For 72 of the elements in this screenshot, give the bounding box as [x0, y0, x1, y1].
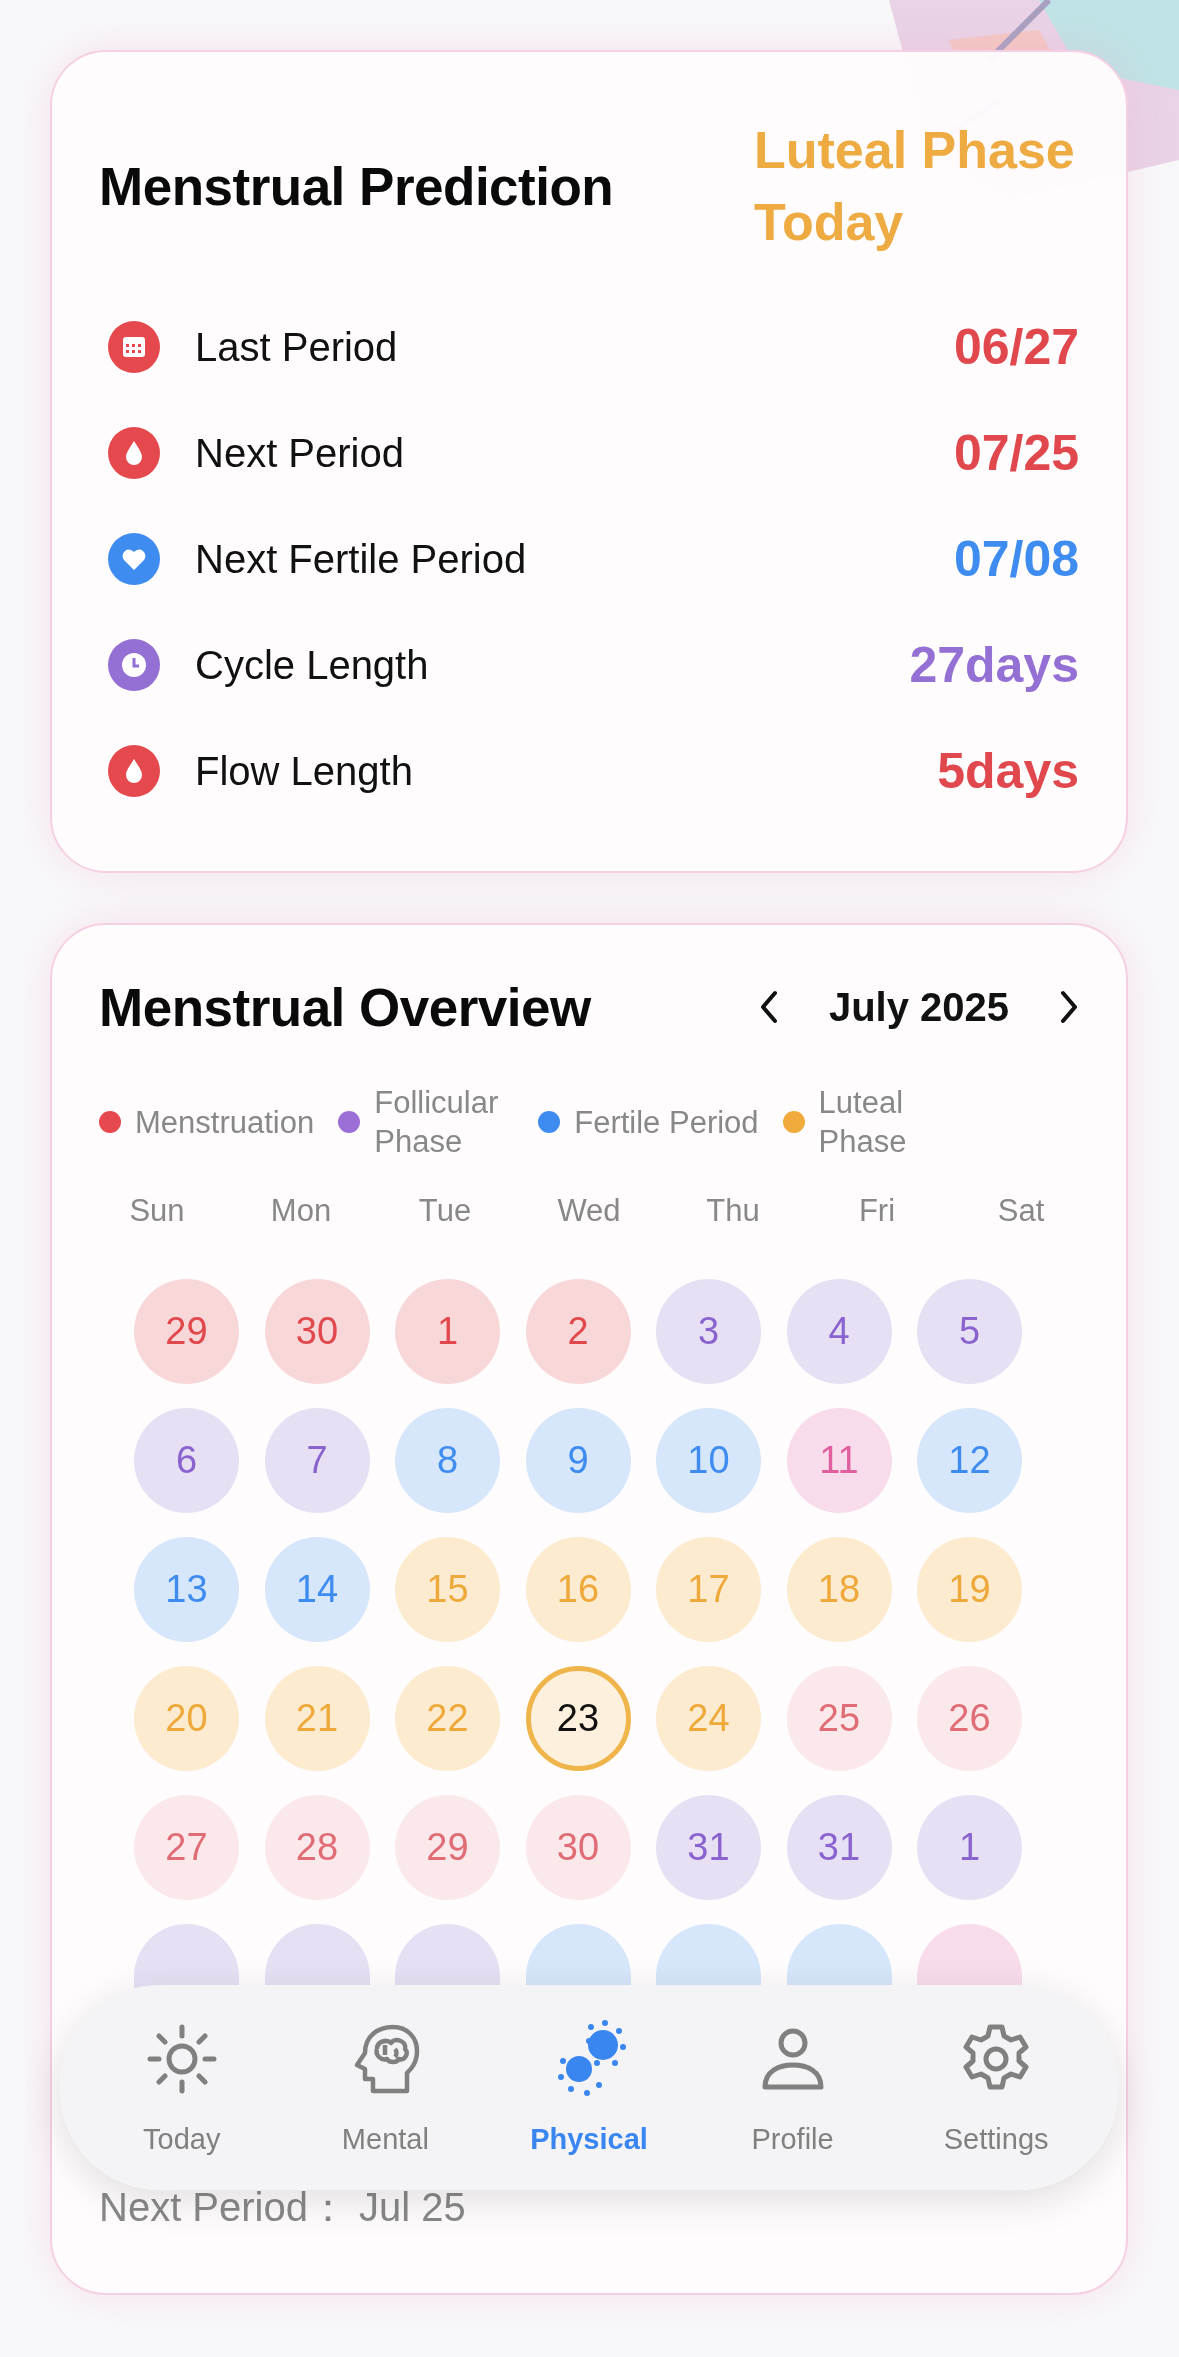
calendar-day[interactable]: 1	[395, 1279, 500, 1384]
calendar-icon	[108, 321, 160, 373]
calendar-day[interactable]: 29	[395, 1795, 500, 1900]
drop-icon	[108, 427, 160, 479]
calendar-day[interactable]: 1	[917, 1795, 1022, 1900]
calendar-day[interactable]: 27	[134, 1795, 239, 1900]
calendar-day[interactable]: 14	[264, 1537, 370, 1642]
calendar-day[interactable]: 26	[917, 1666, 1022, 1771]
stat-value: 06/27	[953, 318, 1079, 376]
calendar-day[interactable]: 3	[656, 1279, 761, 1384]
calendar-day[interactable]: 25	[786, 1666, 892, 1771]
weekday-label: Mon	[269, 1193, 333, 1229]
weekday-label: Fri	[857, 1193, 897, 1229]
calendar-day[interactable]: 12	[917, 1408, 1022, 1513]
calendar-day[interactable]: 10	[656, 1408, 761, 1513]
calendar-day[interactable]: 23	[525, 1666, 631, 1771]
tab-brain[interactable]: Mental	[290, 2019, 481, 2156]
calendar-day[interactable]: 9	[525, 1408, 631, 1513]
previous-month-icon[interactable]	[759, 990, 779, 1024]
card-title: Menstrual Overview	[99, 976, 593, 1038]
calendar-day[interactable]: 16	[525, 1537, 631, 1642]
stat-label: Last Period	[195, 324, 399, 370]
stat-label: Next Fertile Period	[195, 536, 528, 582]
calendar-day[interactable]: 24	[656, 1666, 761, 1771]
legend-label: Menstruation	[135, 1103, 315, 1142]
calendar-day[interactable]: 29	[134, 1279, 239, 1384]
calendar-day[interactable]: 2	[525, 1279, 631, 1384]
month-label: July 2025	[827, 984, 1011, 1030]
next-month-icon[interactable]	[1059, 990, 1079, 1024]
legend-label: Follicular Phase	[374, 1084, 500, 1161]
next-period-text: Next Period： Jul 25	[99, 2184, 467, 2231]
stat-value: 5days	[937, 742, 1079, 800]
clock-icon	[108, 639, 160, 691]
stat-label: Cycle Length	[195, 642, 430, 688]
calendar-day[interactable]: 21	[264, 1666, 370, 1771]
drop-icon	[108, 745, 160, 797]
calendar-day[interactable]: 31	[656, 1795, 761, 1900]
calendar-day[interactable]: 18	[786, 1537, 892, 1642]
calendar-day[interactable]: 15	[395, 1537, 500, 1642]
tab-gear[interactable]: Settings	[901, 2019, 1092, 2156]
stat-value: 07/25	[953, 424, 1079, 482]
calendar-day[interactable]: 31	[786, 1795, 892, 1900]
legend-label: Luteal Phase	[818, 1084, 908, 1161]
stat-label: Flow Length	[195, 748, 414, 794]
tab-cells[interactable]: Physical	[494, 2019, 684, 2156]
legend-label: Fertile Period	[574, 1103, 759, 1142]
calendar-day[interactable]: 7	[264, 1408, 370, 1513]
weekday-label: Sat	[996, 1193, 1046, 1229]
calendar-day[interactable]: 17	[656, 1537, 761, 1642]
calendar-day[interactable]: 20	[134, 1666, 239, 1771]
tab-sun[interactable]: Today	[86, 2019, 277, 2156]
weekday-label: Tue	[417, 1193, 473, 1229]
calendar-day[interactable]: 13	[134, 1537, 239, 1642]
calendar-day[interactable]: 30	[264, 1279, 370, 1384]
stat-label: Next Period	[195, 430, 405, 476]
tab-person[interactable]: Profile	[697, 2019, 888, 2156]
calendar-day[interactable]: 6	[134, 1408, 239, 1513]
calendar-day[interactable]: 11	[786, 1408, 892, 1513]
stat-value: 07/08	[953, 530, 1079, 588]
card-title: Menstrual Prediction	[99, 155, 614, 217]
calendar-day[interactable]: 30	[525, 1795, 631, 1900]
stat-value: 27days	[909, 636, 1079, 694]
weekday-label: Sun	[128, 1193, 186, 1229]
weekday-label: Wed	[556, 1193, 622, 1229]
calendar-day[interactable]: 8	[395, 1408, 500, 1513]
calendar-day[interactable]: 4	[786, 1279, 892, 1384]
calendar-day[interactable]: 28	[264, 1795, 370, 1900]
calendar-day[interactable]: 19	[917, 1537, 1022, 1642]
calendar-day[interactable]: 5	[917, 1279, 1022, 1384]
phase-label: Luteal Phase Today	[754, 120, 1076, 253]
weekday-label: Thu	[705, 1193, 761, 1229]
calendar-day[interactable]: 22	[395, 1666, 500, 1771]
